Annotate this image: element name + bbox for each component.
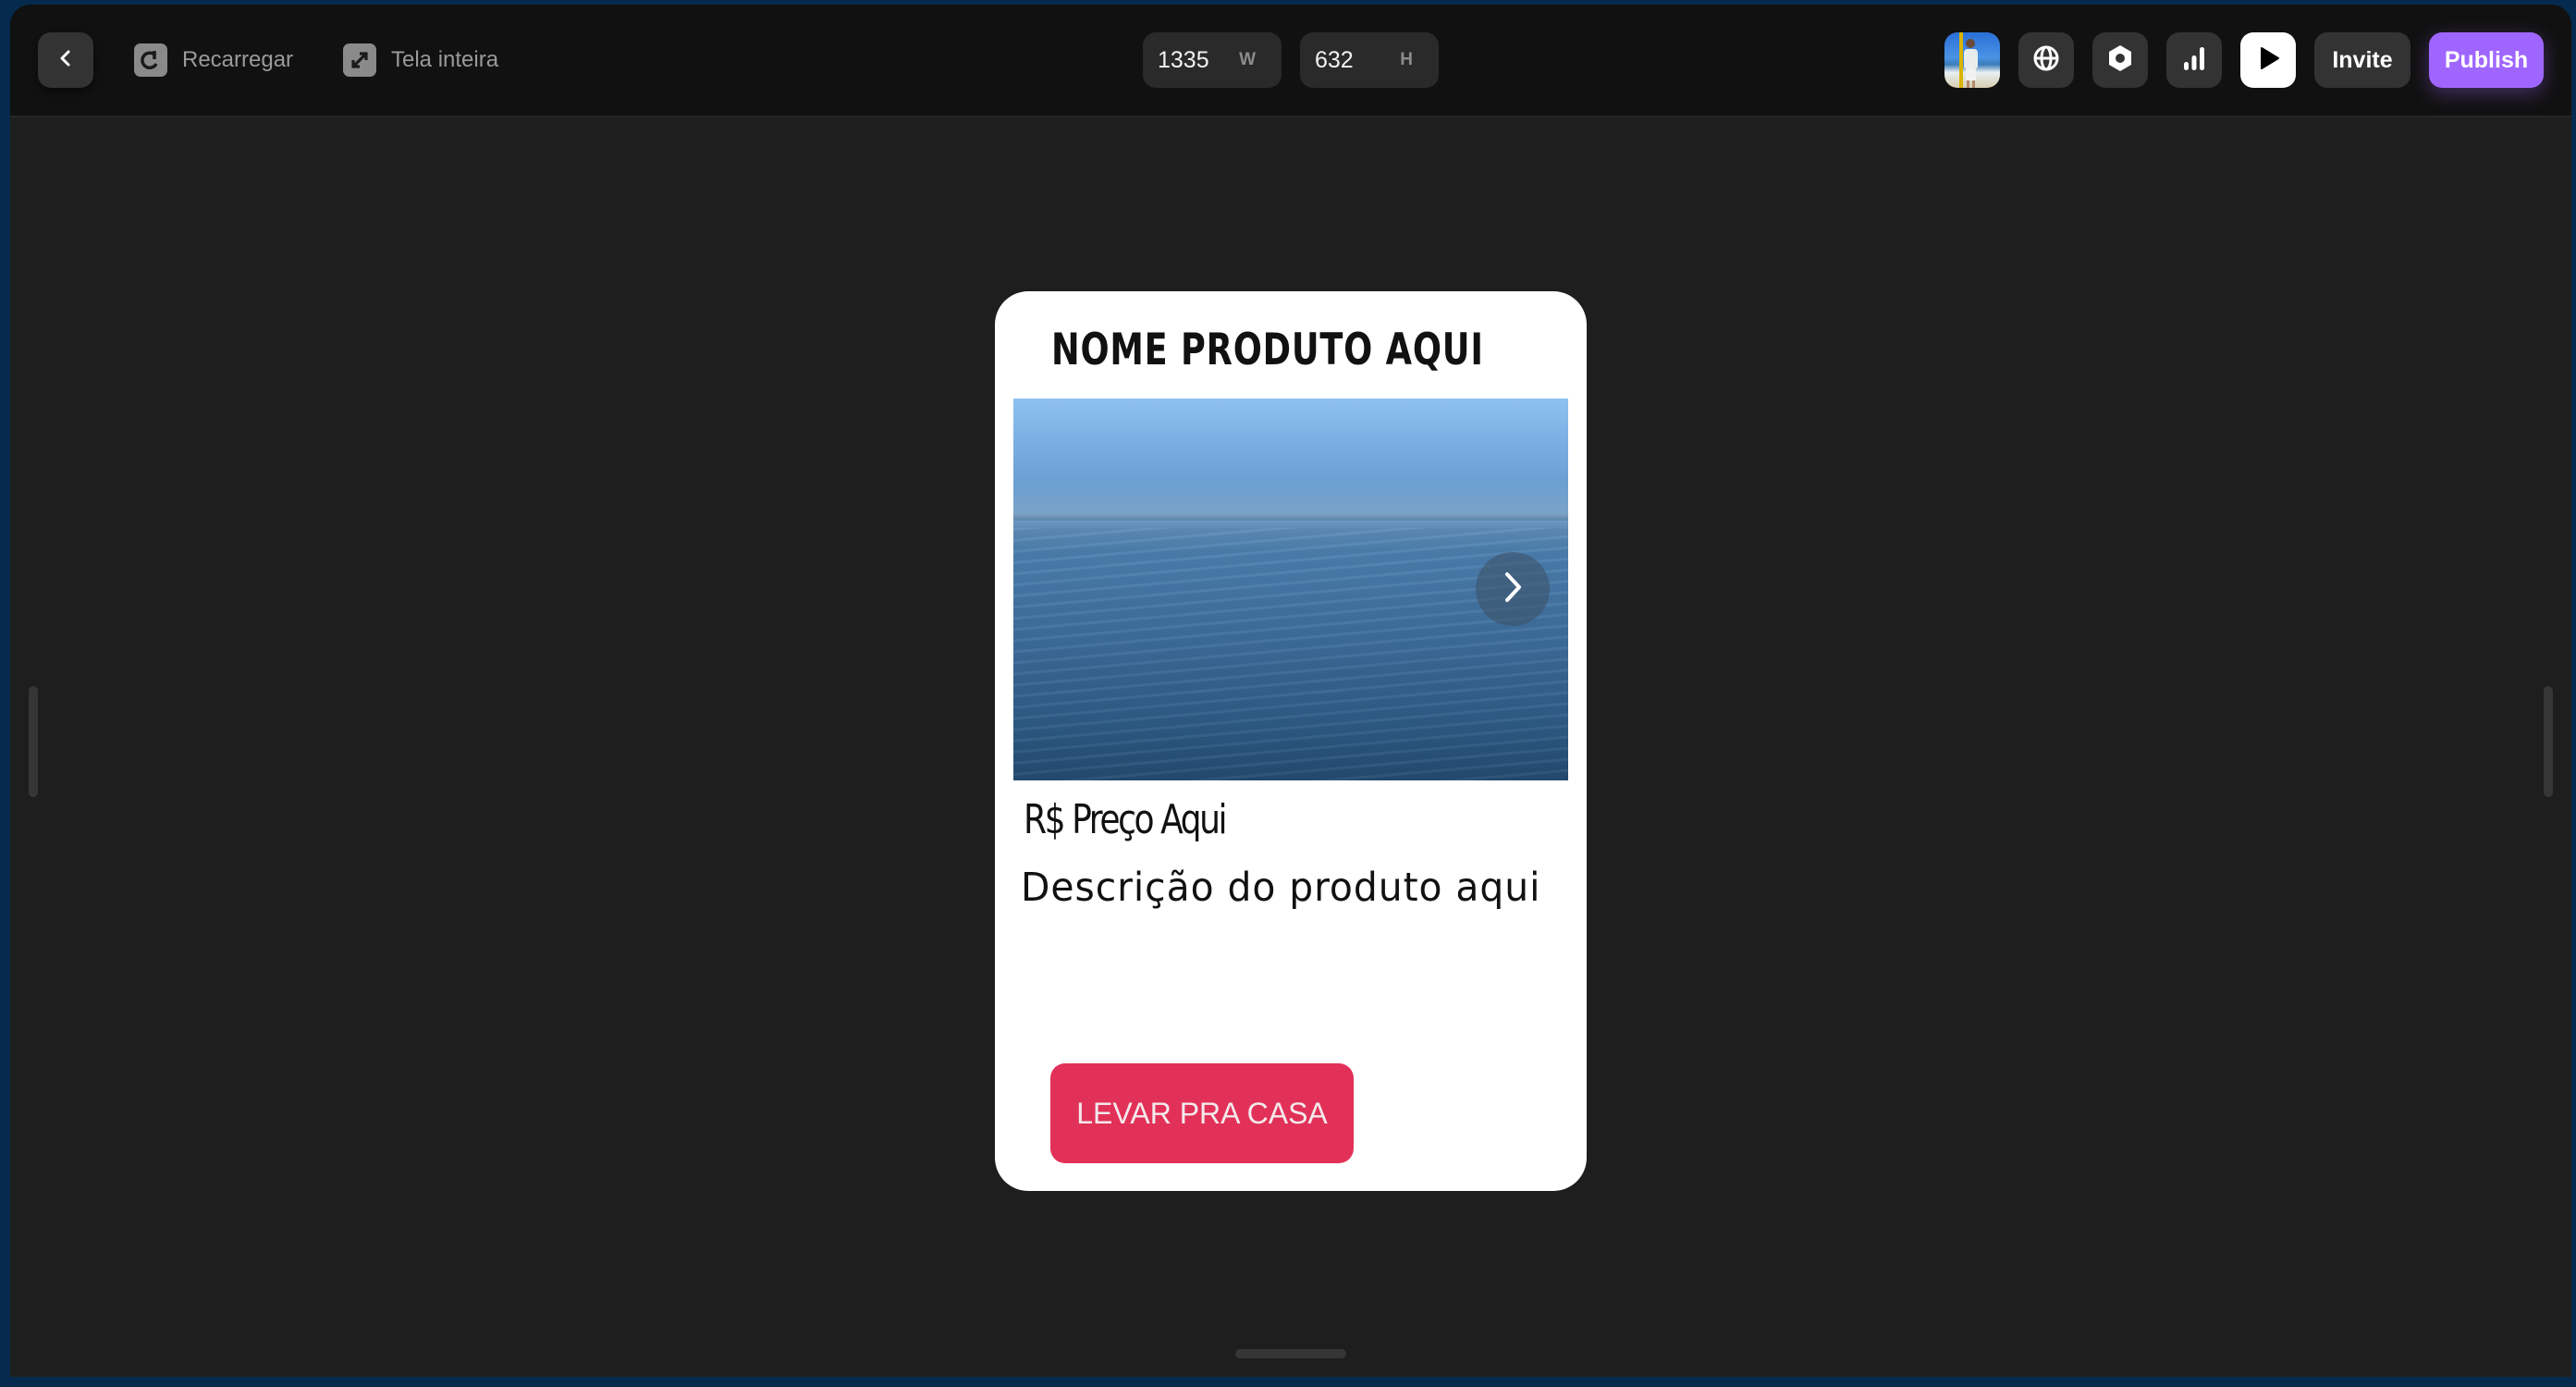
width-value: 1335: [1158, 46, 1209, 73]
product-title: NOME PRODUTO AQUI: [1051, 325, 1484, 375]
analytics-bars-icon: [2179, 43, 2209, 78]
image-horizon: [1013, 514, 1568, 521]
product-price: R$ Preço Aqui: [1024, 796, 1228, 843]
invite-button[interactable]: Invite: [2314, 32, 2410, 88]
top-toolbar: Recarregar Tela inteira 1335 W 632 H Inv…: [10, 5, 2571, 117]
avatar-image: [1959, 32, 1978, 88]
globe-button[interactable]: [2018, 32, 2074, 88]
product-card: NOME PRODUTO AQUI R$ Preço Aqui Descriçã…: [995, 291, 1587, 1191]
publish-button[interactable]: Publish: [2429, 32, 2544, 88]
height-unit: H: [1400, 50, 1413, 69]
fullscreen-button[interactable]: Tela inteira: [343, 43, 498, 77]
take-home-button[interactable]: LEVAR PRA CASA: [1050, 1063, 1354, 1163]
analytics-button[interactable]: [2166, 32, 2222, 88]
chevron-left-icon: [55, 48, 76, 73]
settings-button[interactable]: [2092, 32, 2148, 88]
reload-button[interactable]: Recarregar: [134, 43, 293, 77]
fullscreen-label: Tela inteira: [391, 47, 499, 72]
avatar[interactable]: [1944, 32, 2000, 88]
reload-icon: [134, 43, 167, 77]
back-button[interactable]: [38, 32, 93, 88]
left-resize-handle[interactable]: [29, 686, 38, 797]
right-resize-handle[interactable]: [2544, 686, 2553, 797]
height-input[interactable]: 632 H: [1300, 32, 1439, 88]
product-description: Descrição do produto aqui: [1021, 865, 1541, 911]
chevron-right-icon: [1499, 569, 1527, 610]
carousel-next-button[interactable]: [1476, 552, 1550, 626]
preview-play-button[interactable]: [2240, 32, 2296, 88]
product-image-carousel: [1013, 399, 1568, 780]
width-input[interactable]: 1335 W: [1143, 32, 1282, 88]
bottom-resize-handle[interactable]: [1235, 1349, 1346, 1358]
globe-icon: [2031, 43, 2061, 78]
width-unit: W: [1239, 50, 1256, 69]
play-icon: [2253, 43, 2283, 78]
height-value: 632: [1315, 46, 1354, 73]
expand-icon: [343, 43, 376, 77]
settings-hex-icon: [2105, 43, 2135, 78]
app-frame: Recarregar Tela inteira 1335 W 632 H Inv…: [10, 5, 2571, 1377]
reload-label: Recarregar: [182, 47, 294, 72]
